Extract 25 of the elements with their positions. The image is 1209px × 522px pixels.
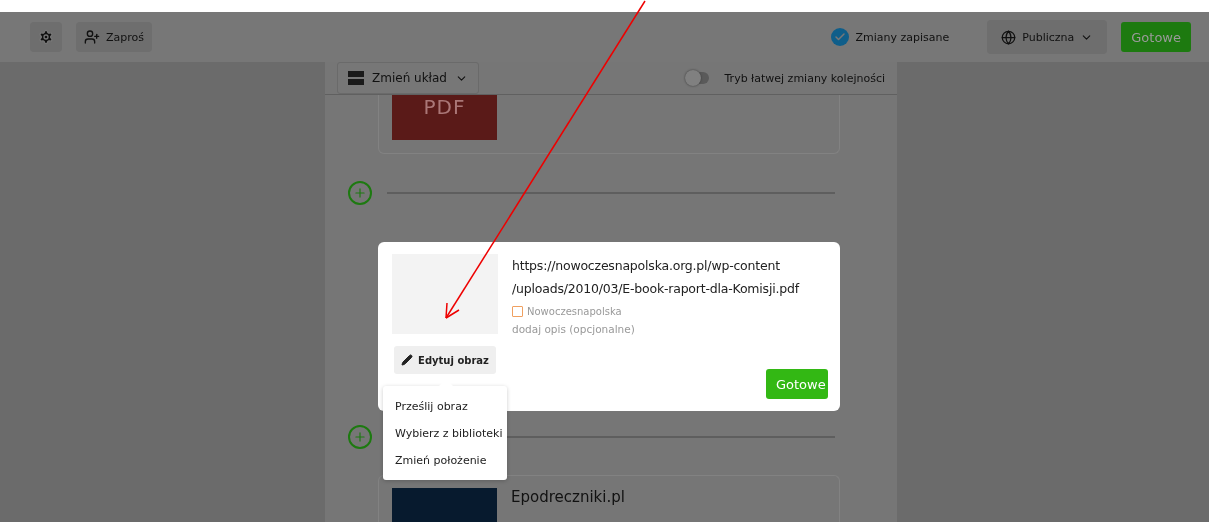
reorder-toggle[interactable] bbox=[686, 72, 709, 84]
save-status: Zmiany zapisane bbox=[855, 30, 950, 44]
add-icon[interactable] bbox=[348, 181, 372, 205]
settings-button[interactable] bbox=[30, 22, 62, 52]
menu-item[interactable]: Prześlij obraz bbox=[383, 392, 507, 420]
card-title: Epodreczniki.pl bbox=[511, 488, 625, 508]
settings-icon bbox=[38, 29, 54, 45]
toggle-label: Tryb łatwej zmiany kolejności bbox=[724, 71, 885, 85]
menu-item[interactable]: Wybierz z biblioteki bbox=[383, 419, 507, 447]
layout-dropdown[interactable]: Zmień układ bbox=[337, 62, 479, 94]
link-title: https://nowoczesnapolska.org.pl/wp-content /uploads/2010/03/E-book-raport-dla-Komisji.pdf bbox=[512, 257, 801, 298]
globe-icon bbox=[1001, 29, 1017, 45]
menu-item[interactable]: Zmień położenie bbox=[383, 446, 507, 474]
visibility-dropdown[interactable]: Publiczna bbox=[987, 20, 1108, 54]
invite-button[interactable]: Zaproś bbox=[76, 22, 152, 52]
edit-image-button[interactable]: Edytuj obraz bbox=[394, 346, 496, 374]
layout-icon bbox=[348, 71, 364, 85]
done-button[interactable]: Gotowe bbox=[766, 369, 828, 399]
user-plus-icon bbox=[84, 29, 100, 45]
pdf-label: PDF bbox=[423, 95, 466, 121]
check-icon bbox=[831, 28, 850, 46]
add-icon[interactable] bbox=[348, 425, 372, 449]
source-name: Nowoczesnapolska bbox=[527, 306, 622, 317]
source-icon bbox=[512, 306, 523, 317]
pencil-icon bbox=[401, 354, 414, 366]
